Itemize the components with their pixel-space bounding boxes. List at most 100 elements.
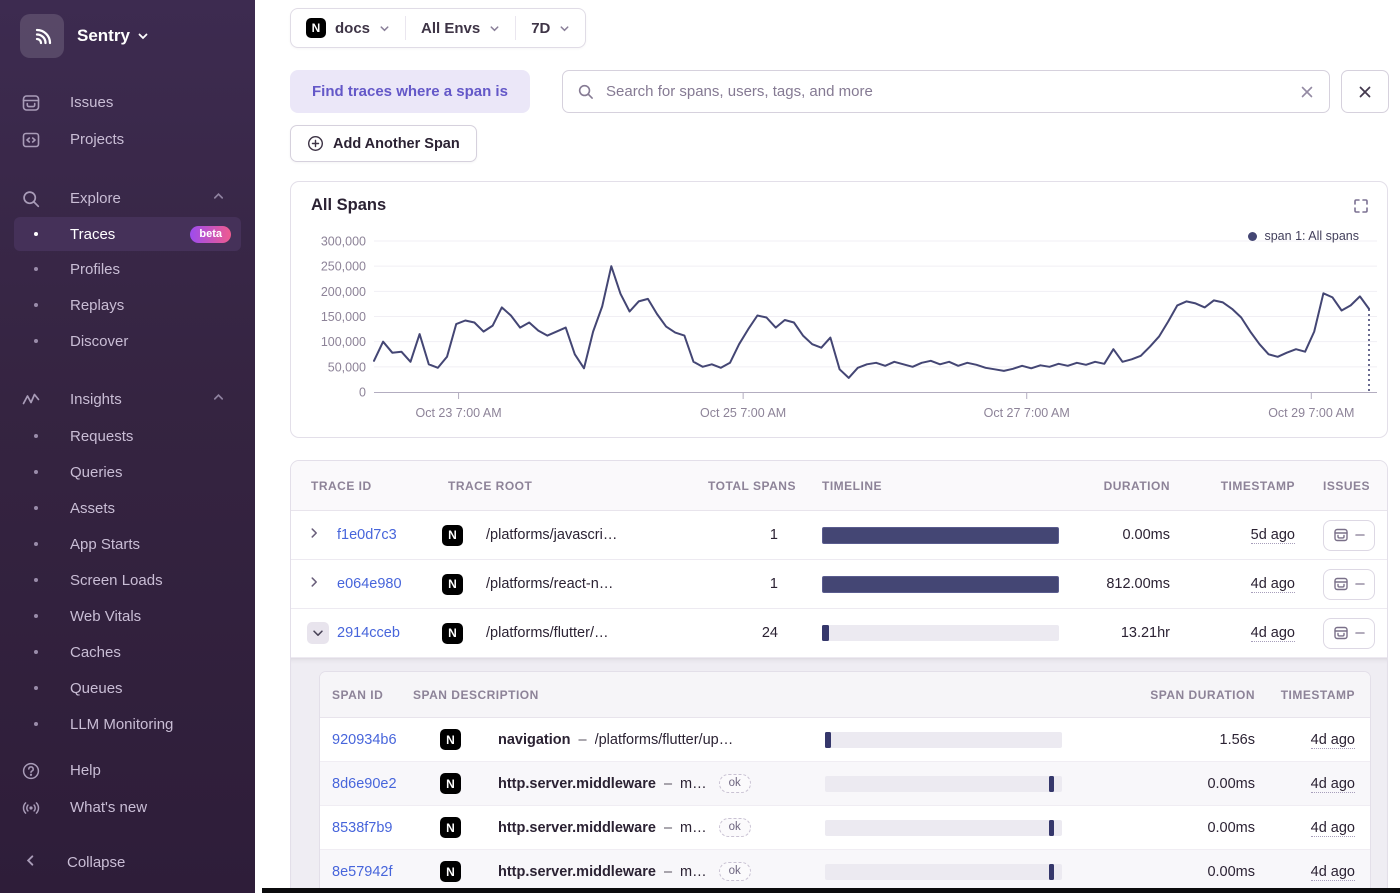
sidebar-item-app-starts[interactable]: App Starts [0, 526, 255, 562]
sidebar-item-label: Issues [70, 94, 114, 111]
span-timestamp-link[interactable]: 4d ago [1310, 819, 1355, 837]
sidebar-item-issues[interactable]: Issues [0, 84, 255, 121]
span-id-link[interactable]: 8d6e90e2 [332, 776, 440, 792]
sidebar-item-caches[interactable]: Caches [0, 634, 255, 670]
column-header-timestamp: TIMESTAMP [1220, 478, 1295, 493]
help-icon [20, 761, 42, 781]
chevron-up-icon [212, 190, 225, 207]
total-spans-value: 1 [769, 576, 778, 592]
trace-root: /platforms/flutter/… [486, 625, 609, 641]
span-duration-value: 0.00ms [1207, 775, 1255, 792]
search-icon [20, 189, 42, 209]
svg-text:Oct 25 7:00 AM: Oct 25 7:00 AM [700, 406, 786, 420]
span-timeline-cell [825, 731, 1062, 748]
trace-id-link[interactable]: 2914cceb [337, 625, 442, 641]
timeline-track [822, 625, 1059, 641]
trace-id-link[interactable]: e064e980 [337, 576, 442, 592]
add-another-span-button[interactable]: Add Another Span [290, 125, 477, 162]
timeline-cell [822, 526, 1060, 544]
span-row[interactable]: 8538f7b9 Nhttp.server.middleware – m… ok 0.00… [320, 806, 1370, 850]
search-input[interactable] [604, 82, 1299, 101]
sidebar-item-what-s-new[interactable]: What's new [0, 789, 255, 826]
duration-value: 0.00ms [1122, 527, 1170, 543]
sidebar-section-insights[interactable]: Insights [0, 381, 255, 418]
close-span-filter-button[interactable] [1341, 70, 1389, 113]
bullet-icon [34, 232, 38, 236]
svg-text:0: 0 [359, 386, 366, 400]
bullet-icon [34, 722, 38, 726]
span-id-link[interactable]: 8538f7b9 [332, 820, 440, 836]
org-switcher[interactable]: Sentry [20, 14, 239, 58]
minus-icon [1355, 530, 1365, 540]
span-op: http.server.middleware [498, 819, 656, 836]
search-icon [577, 83, 594, 100]
expand-trace-icon[interactable] [291, 575, 337, 594]
bullet-icon [34, 434, 38, 438]
sidebar-item-screen-loads[interactable]: Screen Loads [0, 562, 255, 598]
sidebar-item-help[interactable]: Help [0, 752, 255, 789]
fullscreen-icon[interactable] [1351, 196, 1371, 219]
span-timestamp-link[interactable]: 4d ago [1310, 863, 1355, 881]
sidebar-item-llm-monitoring[interactable]: LLM Monitoring [0, 706, 255, 742]
date-range-selector[interactable]: 7D [516, 9, 585, 47]
sidebar-item-label: Queries [70, 463, 123, 481]
sidebar-item-discover[interactable]: Discover [0, 323, 255, 359]
sidebar-item-projects[interactable]: Projects [0, 121, 255, 158]
collapse-trace-icon[interactable] [291, 622, 337, 644]
sidebar-item-traces[interactable]: Traces beta [14, 217, 241, 251]
trace-id-link[interactable]: f1e0d7c3 [337, 527, 442, 543]
bullet-icon [34, 470, 38, 474]
chevron-right-icon [307, 526, 321, 545]
svg-text:50,000: 50,000 [328, 360, 366, 374]
sidebar-item-replays[interactable]: Replays [0, 287, 255, 323]
sidebar-item-label: Assets [70, 499, 116, 517]
column-header-total-spans: TOTAL SPANS [708, 478, 796, 493]
timeline-bar [822, 526, 1059, 544]
span-row[interactable]: 8d6e90e2 Nhttp.server.middleware – m… ok 0.00… [320, 762, 1370, 806]
insights-icon [20, 390, 42, 410]
span-row[interactable]: 920934b6 Nnavigation –/platforms/flutter/u… [320, 718, 1370, 762]
column-header-issues: ISSUES [1323, 478, 1371, 493]
timestamp-link[interactable]: 5d ago [1250, 527, 1295, 544]
span-timestamp-link[interactable]: 4d ago [1310, 775, 1355, 793]
span-timeline-tick [825, 731, 831, 748]
span-id-link[interactable]: 8e57942f [332, 864, 440, 880]
sidebar-section-explore[interactable]: Explore [0, 180, 255, 217]
nextjs-icon: N [442, 622, 463, 644]
sidebar-item-queries[interactable]: Queries [0, 454, 255, 490]
sidebar-collapse-button[interactable]: Collapse [0, 844, 255, 881]
chart-legend[interactable]: span 1: All spans [1248, 229, 1359, 243]
sidebar-item-queues[interactable]: Queues [0, 670, 255, 706]
trace-row[interactable]: f1e0d7c3 N/platforms/javascri… 1 0.00ms 5d a… [291, 511, 1387, 560]
total-spans-value: 1 [769, 527, 778, 543]
sidebar-item-requests[interactable]: Requests [0, 418, 255, 454]
sidebar-section-label: Insights [70, 391, 122, 408]
span-timestamp-link[interactable]: 4d ago [1310, 731, 1355, 749]
spans-subtable: SPAN ID SPAN DESCRIPTION SPAN DURATION T… [319, 671, 1371, 893]
issues-button[interactable] [1323, 617, 1375, 649]
sidebar-item-web-vitals[interactable]: Web Vitals [0, 598, 255, 634]
sidebar-item-label: Traces [70, 225, 116, 243]
trace-row[interactable]: 2914cceb N/platforms/flutter/… 24 13.21hr 4d… [291, 609, 1387, 658]
bullet-icon [34, 506, 38, 510]
issues-button[interactable] [1323, 519, 1375, 551]
project-selector[interactable]: N docs [291, 9, 405, 47]
sidebar-item-assets[interactable]: Assets [0, 490, 255, 526]
page-filter-bar: N docs All Envs 7D [290, 8, 587, 48]
span-id-link[interactable]: 920934b6 [332, 732, 440, 748]
traces-table-header: TRACE ID TRACE ROOT TOTAL SPANS TIMELINE… [291, 461, 1387, 511]
chevron-down-icon [307, 622, 329, 644]
timestamp-link[interactable]: 4d ago [1250, 625, 1295, 642]
status-badge: ok [718, 818, 751, 837]
issues-button[interactable] [1323, 568, 1375, 600]
span-timeline-track [825, 775, 1062, 792]
span-row[interactable]: 8e57942f Nhttp.server.middleware – m… ok 0.00… [320, 850, 1370, 893]
trace-row[interactable]: e064e980 N/platforms/react-n… 1 812.00ms 4d … [291, 560, 1387, 609]
span-description: http.server.middleware – m… ok [480, 862, 825, 881]
timestamp-link[interactable]: 4d ago [1250, 576, 1295, 593]
sidebar-item-profiles[interactable]: Profiles [0, 251, 255, 287]
environment-selector[interactable]: All Envs [406, 9, 515, 47]
clear-search-icon[interactable] [1299, 84, 1315, 100]
expand-trace-icon[interactable] [291, 526, 337, 545]
issues-icon [1333, 527, 1349, 543]
